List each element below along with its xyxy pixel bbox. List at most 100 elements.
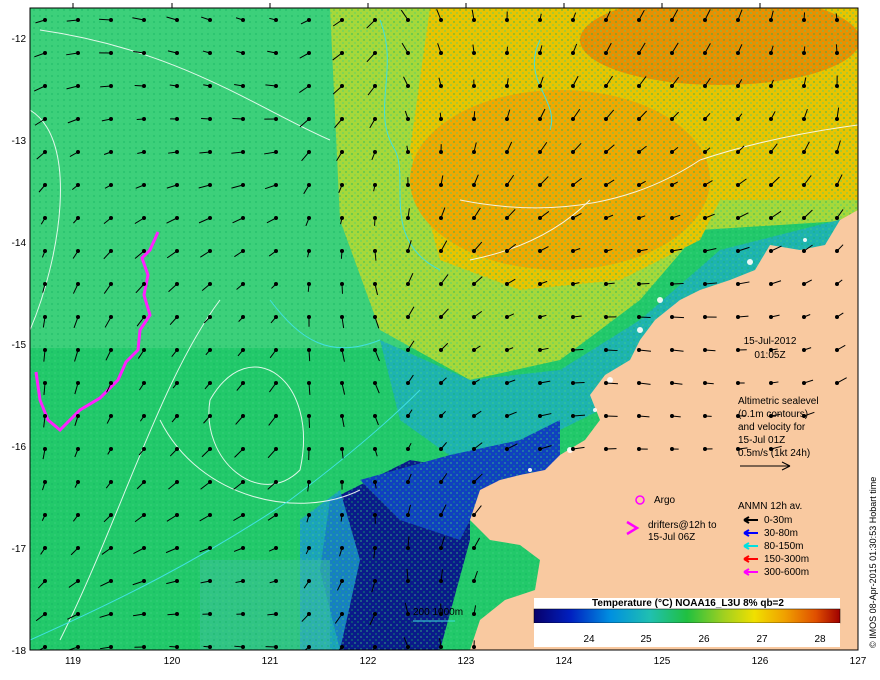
- velocity-arrow-head: [703, 282, 707, 286]
- velocity-arrow-head: [835, 381, 839, 385]
- velocity-arrow-head: [208, 183, 212, 187]
- velocity-arrow-head: [340, 546, 344, 550]
- legend-line: 15-Jul 01Z: [738, 435, 785, 446]
- velocity-arrow-head: [208, 117, 212, 121]
- velocity-arrow-head: [208, 150, 212, 154]
- velocity-arrow-head: [670, 18, 674, 22]
- velocity-arrow-head: [340, 84, 344, 88]
- colorbar-tick: 28: [814, 634, 826, 645]
- velocity-arrow-head: [439, 150, 443, 154]
- velocity-arrow-head: [373, 249, 377, 253]
- velocity-arrow-head: [43, 249, 47, 253]
- velocity-arrow-head: [373, 414, 377, 418]
- velocity-arrow-head: [670, 216, 674, 220]
- lon-tick: 127: [850, 656, 867, 667]
- velocity-arrow-head: [43, 546, 47, 550]
- velocity-arrow-head: [538, 315, 542, 319]
- velocity-arrow-head: [472, 447, 476, 451]
- velocity-arrow-head: [406, 348, 410, 352]
- velocity-arrow-head: [340, 117, 344, 121]
- velocity-arrow-head: [208, 381, 212, 385]
- velocity-arrow-head: [604, 249, 608, 253]
- velocity-arrow-head: [703, 414, 707, 418]
- velocity-arrow-head: [505, 84, 509, 88]
- velocity-arrow-head: [604, 150, 608, 154]
- velocity-arrow-head: [109, 117, 113, 121]
- velocity-arrow-head: [175, 414, 179, 418]
- velocity-arrow-head: [406, 183, 410, 187]
- velocity-arrow-head: [76, 249, 80, 253]
- velocity-arrow-head: [406, 579, 410, 583]
- velocity-arrow-head: [175, 513, 179, 517]
- velocity-arrow-head: [241, 282, 245, 286]
- velocity-arrow-head: [472, 282, 476, 286]
- velocity-arrow-head: [142, 51, 146, 55]
- velocity-arrow-head: [76, 282, 80, 286]
- velocity-arrow-head: [142, 18, 146, 22]
- velocity-arrow-head: [274, 381, 278, 385]
- velocity-arrow-head: [340, 579, 344, 583]
- map-date: 15-Jul-2012: [744, 336, 797, 347]
- velocity-arrow-head: [736, 150, 740, 154]
- velocity-arrow-head: [538, 150, 542, 154]
- velocity-arrow-head: [76, 117, 80, 121]
- velocity-arrow-head: [340, 348, 344, 352]
- velocity-arrow-head: [307, 645, 311, 649]
- velocity-arrow-head: [241, 579, 245, 583]
- velocity-arrow-head: [241, 84, 245, 88]
- velocity-arrow-head: [670, 348, 674, 352]
- velocity-arrow-head: [472, 513, 476, 517]
- velocity-arrow-head: [637, 249, 641, 253]
- lat-tick: -16: [12, 442, 27, 453]
- velocity-arrow-head: [307, 249, 311, 253]
- velocity-arrow-head: [76, 546, 80, 550]
- velocity-arrow-head: [670, 315, 674, 319]
- velocity-arrow-head: [835, 249, 839, 253]
- velocity-arrow-head: [439, 315, 443, 319]
- velocity-arrow-head: [802, 18, 806, 22]
- velocity-arrow-head: [274, 315, 278, 319]
- velocity-arrow-head: [175, 216, 179, 220]
- velocity-arrow-head: [109, 84, 113, 88]
- velocity-arrow-head: [43, 216, 47, 220]
- velocity-arrow-head: [142, 381, 146, 385]
- velocity-arrow-head: [736, 249, 740, 253]
- velocity-arrow-head: [340, 447, 344, 451]
- velocity-arrow-head: [340, 513, 344, 517]
- velocity-arrow-head: [373, 51, 377, 55]
- lon-tick: 126: [752, 656, 769, 667]
- velocity-arrow-head: [208, 645, 212, 649]
- velocity-arrow-head: [109, 249, 113, 253]
- velocity-arrow-head: [76, 18, 80, 22]
- velocity-arrow-head: [703, 18, 707, 22]
- velocity-arrow-head: [208, 447, 212, 451]
- velocity-arrow-head: [736, 282, 740, 286]
- velocity-arrow-head: [637, 51, 641, 55]
- velocity-arrow-head: [307, 348, 311, 352]
- velocity-arrow-head: [604, 117, 608, 121]
- velocity-arrow-head: [736, 51, 740, 55]
- velocity-arrow-head: [373, 18, 377, 22]
- velocity-arrow-head: [703, 249, 707, 253]
- velocity-arrow-head: [175, 315, 179, 319]
- velocity-arrow-head: [175, 447, 179, 451]
- legend-line: (0.1m contours): [738, 409, 808, 420]
- velocity-arrow-head: [307, 546, 311, 550]
- velocity-arrow-head: [670, 117, 674, 121]
- velocity-arrow-head: [571, 381, 575, 385]
- velocity-arrow-head: [43, 315, 47, 319]
- velocity-arrow-head: [76, 183, 80, 187]
- velocity-arrow-head: [472, 84, 476, 88]
- latitude-axis: -12 -13 -14 -15 -16 -17 -18: [12, 34, 27, 657]
- velocity-arrow-head: [604, 282, 608, 286]
- velocity-arrow-head: [109, 315, 113, 319]
- anmn-item-label: 150-300m: [764, 554, 809, 565]
- velocity-arrow-head: [142, 480, 146, 484]
- velocity-arrow-head: [208, 216, 212, 220]
- velocity-arrow-head: [109, 645, 113, 649]
- colorbar-tick: 24: [583, 634, 595, 645]
- velocity-arrow-head: [835, 18, 839, 22]
- velocity-arrow-head: [604, 183, 608, 187]
- velocity-arrow-head: [703, 315, 707, 319]
- velocity-arrow-head: [439, 579, 443, 583]
